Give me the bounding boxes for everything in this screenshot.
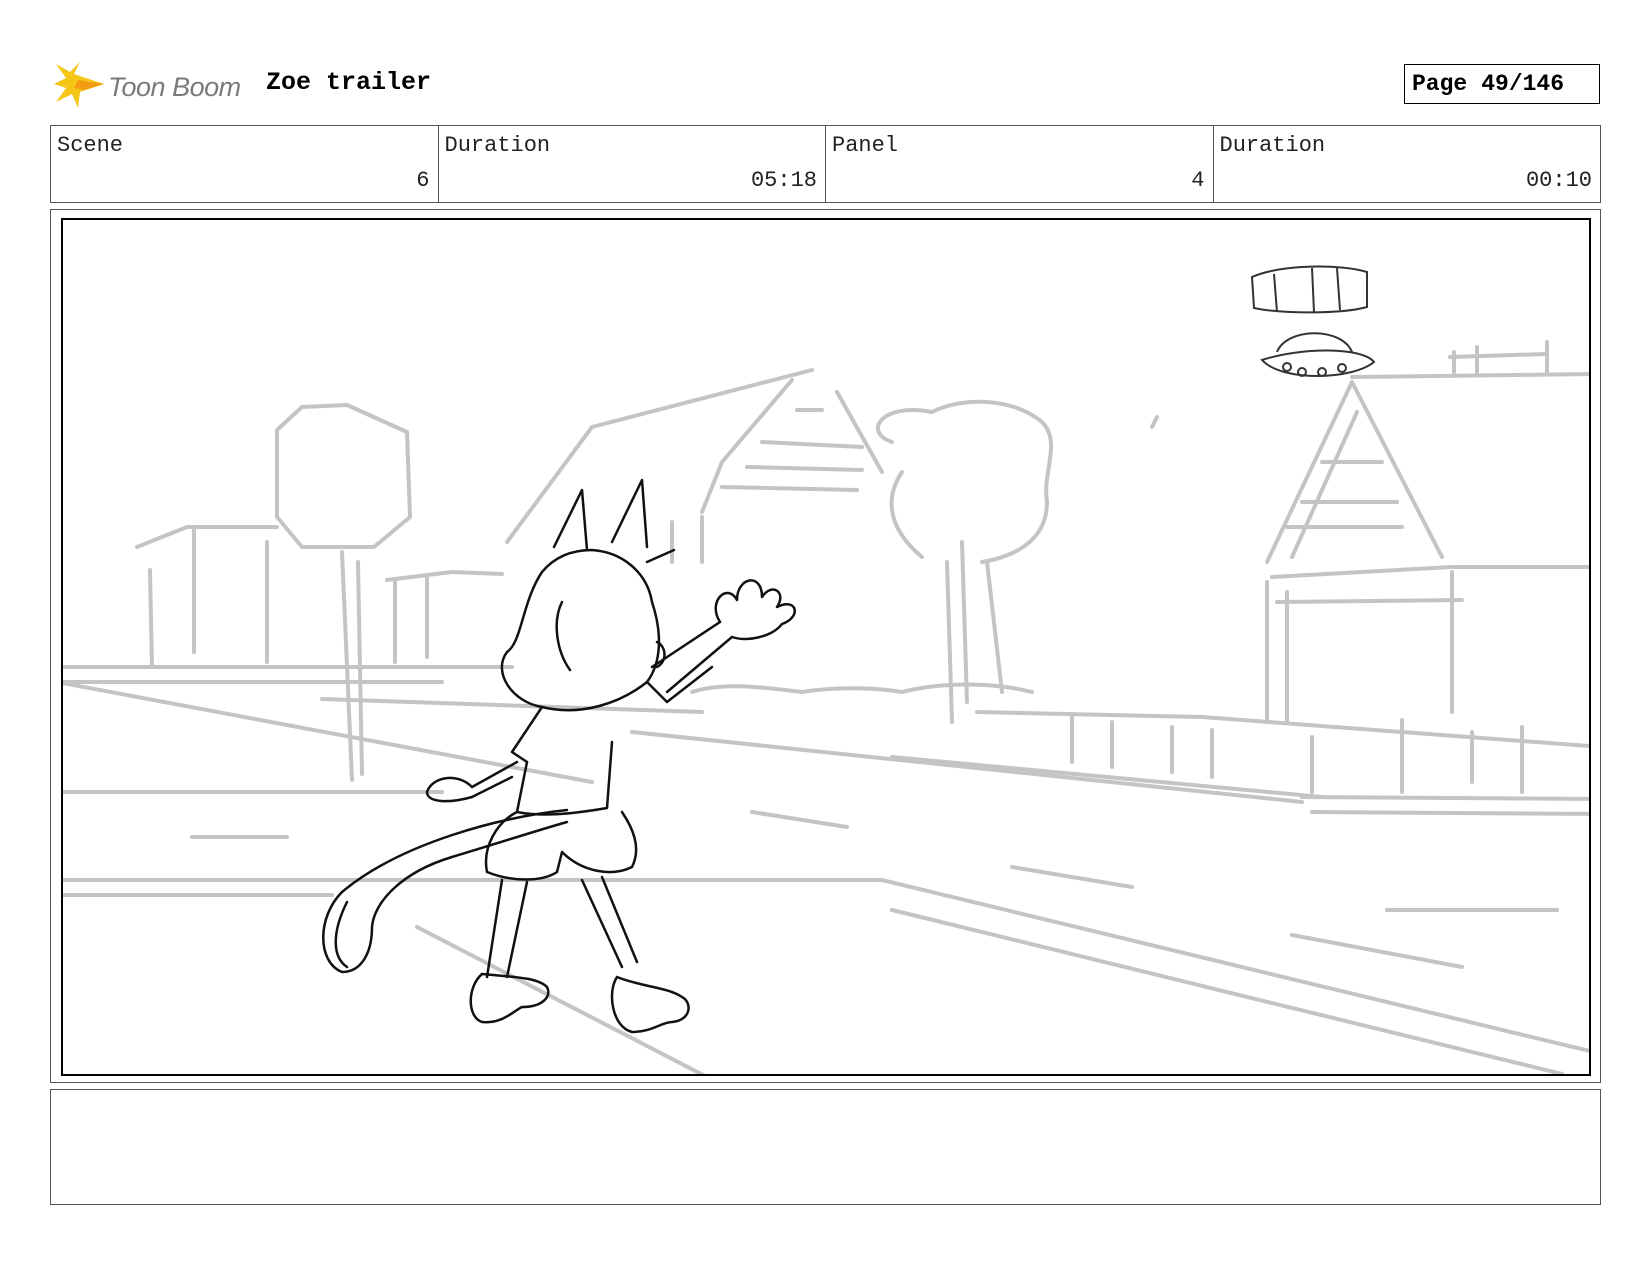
panel-label: Panel (832, 133, 899, 158)
scene-duration-cell: Duration 05:18 (439, 126, 826, 202)
notes-box[interactable] (50, 1089, 1601, 1205)
panel-cell: Panel 4 (826, 126, 1214, 202)
scene-value: 6 (416, 168, 430, 193)
panel-value: 4 (1191, 168, 1205, 193)
scene-label: Scene (57, 133, 124, 158)
page-label: Page (1412, 71, 1468, 97)
panel-duration-label: Duration (1219, 133, 1326, 158)
scene-cell: Scene 6 (51, 126, 439, 202)
starburst-icon (54, 62, 104, 108)
scene-duration-value: 05:18 (750, 168, 817, 193)
scene-duration-label: Duration (444, 133, 551, 158)
page-number: 49/146 (1481, 71, 1565, 97)
logo-text: Toon Boom (108, 72, 241, 102)
project-title: Zoe trailer (266, 68, 432, 97)
sketch-drawing (63, 265, 1589, 1074)
background-sketch (63, 340, 1589, 1074)
page-indicator: Page 49/146 (1404, 64, 1600, 104)
toon-boom-logo: Toon Boom (54, 58, 254, 112)
ufo-sketch (1250, 265, 1376, 377)
storyboard-panel-image (61, 218, 1591, 1076)
panel-duration-value: 00:10 (1525, 168, 1592, 193)
panel-info-table: Scene 6 Duration 05:18 Panel 4 Duration … (50, 125, 1601, 203)
character-sketch (322, 478, 796, 1034)
panel-duration-cell: Duration 00:10 (1214, 126, 1601, 202)
